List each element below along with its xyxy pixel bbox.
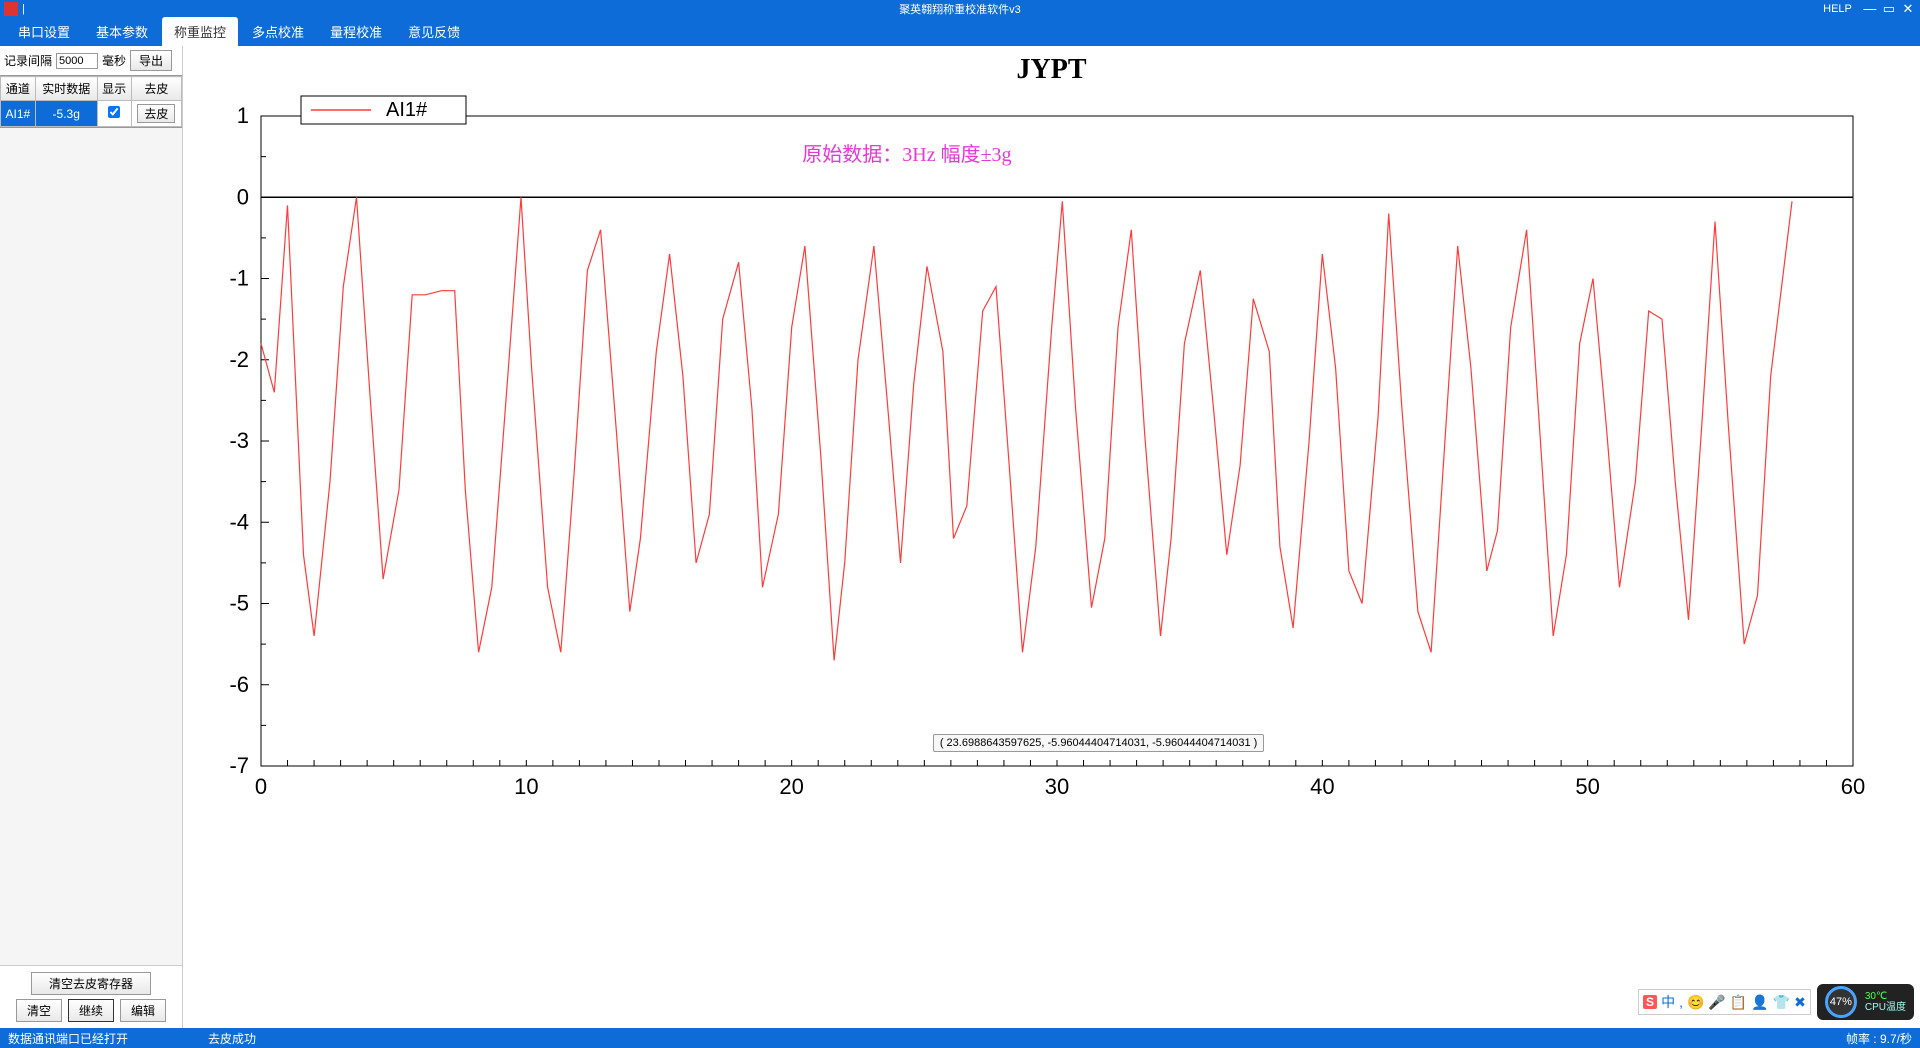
chart-title: JYPT (183, 54, 1920, 86)
help-link[interactable]: HELP (1823, 3, 1852, 15)
svg-text:40: 40 (1310, 774, 1334, 799)
tab-4[interactable]: 量程校准 (318, 17, 394, 46)
minimize-icon[interactable]: — (1862, 1, 1878, 16)
tabs-bar: 串口设置基本参数称重监控多点校准量程校准意见反馈 (0, 18, 1920, 46)
bottom-controls: 清空去皮寄存器 清空 继续 编辑 (0, 965, 182, 1028)
tab-0[interactable]: 串口设置 (6, 17, 82, 46)
svg-text:-6: -6 (229, 672, 249, 697)
edit-button[interactable]: 编辑 (120, 999, 166, 1022)
data-table: 通道实时数据显示去皮 AI1#-5.3g 去皮 (0, 76, 182, 128)
tare-button[interactable]: 去皮 (137, 104, 175, 123)
window-title: 聚英翱翔称重校准软件v3 (899, 1, 1021, 17)
svg-text:0: 0 (237, 184, 249, 209)
tab-5[interactable]: 意见反馈 (396, 17, 472, 46)
clear-tare-register-button[interactable]: 清空去皮寄存器 (31, 972, 151, 995)
tab-1[interactable]: 基本参数 (84, 17, 160, 46)
svg-text:AI1#: AI1# (386, 99, 428, 121)
cpu-percent: 47% (1825, 986, 1857, 1018)
cpu-widget[interactable]: 47% 30℃ CPU温度 (1817, 984, 1914, 1020)
chart-area: JYPT -7-6-5-4-3-2-1010102030405060AI1#原始… (183, 46, 1920, 1028)
ime-item-icon[interactable]: 🎤 (1708, 994, 1725, 1011)
svg-text:-2: -2 (229, 347, 249, 372)
ime-item-icon[interactable]: 📋 (1730, 994, 1747, 1011)
svg-text:60: 60 (1841, 774, 1865, 799)
svg-text:-4: -4 (229, 509, 249, 534)
status-right: 帧率 : 9.7/秒 (1846, 1030, 1912, 1047)
svg-text:-7: -7 (229, 753, 249, 778)
interval-input[interactable] (56, 53, 98, 69)
show-checkbox[interactable] (108, 106, 120, 118)
column-header[interactable]: 实时数据 (35, 77, 97, 101)
cpu-temp: 30℃ (1865, 991, 1906, 1002)
svg-text:20: 20 (779, 774, 803, 799)
continue-button[interactable]: 继续 (68, 999, 114, 1022)
window-controls: — ▭ ✕ (1862, 1, 1916, 17)
ime-logo-icon[interactable]: S (1643, 995, 1657, 1009)
left-panel: 记录间隔 毫秒 导出 通道实时数据显示去皮 AI1#-5.3g 去皮 清空去皮寄存… (0, 46, 183, 1028)
svg-text:-5: -5 (229, 591, 249, 616)
svg-text:10: 10 (514, 774, 538, 799)
svg-text:50: 50 (1575, 774, 1599, 799)
ime-item-icon[interactable]: 👕 (1773, 994, 1790, 1011)
floating-widgets: S 中,😊🎤 📋👤 👕✖ 47% 30℃ CPU温度 (1638, 984, 1914, 1020)
svg-text:1: 1 (237, 103, 249, 128)
status-mid: 去皮成功 (208, 1030, 256, 1047)
ime-item-icon[interactable]: 😊 (1687, 994, 1704, 1011)
tab-2[interactable]: 称重监控 (162, 17, 238, 46)
svg-text:0: 0 (255, 774, 267, 799)
titlebar: | 聚英翱翔称重校准软件v3 HELP — ▭ ✕ (0, 0, 1920, 18)
svg-text:-3: -3 (229, 428, 249, 453)
app-icon (4, 2, 18, 16)
interval-unit: 毫秒 (102, 52, 126, 69)
export-button[interactable]: 导出 (130, 50, 172, 71)
status-bar: 数据通讯端口已经打开 去皮成功 帧率 : 9.7/秒 (0, 1028, 1920, 1048)
maximize-icon[interactable]: ▭ (1881, 1, 1897, 17)
show-checkbox-cell[interactable] (97, 101, 131, 127)
channel-cell[interactable]: AI1# (1, 101, 36, 127)
ime-item-icon[interactable]: 中 (1661, 992, 1675, 1012)
clear-button[interactable]: 清空 (16, 999, 62, 1022)
ime-toolbar[interactable]: S 中,😊🎤 📋👤 👕✖ (1638, 989, 1811, 1015)
value-cell: -5.3g (35, 101, 97, 127)
cpu-temp-label: CPU温度 (1865, 1002, 1906, 1013)
svg-text:原始数据：3Hz 幅度±3g: 原始数据：3Hz 幅度±3g (802, 143, 1011, 166)
svg-text:-1: -1 (229, 266, 249, 291)
ime-item-icon[interactable]: ✖ (1794, 994, 1806, 1011)
column-header[interactable]: 通道 (1, 77, 36, 101)
ime-item-icon[interactable]: , (1679, 994, 1683, 1010)
tare-cell: 去皮 (131, 101, 181, 127)
status-left: 数据通讯端口已经打开 (8, 1030, 128, 1047)
interval-controls: 记录间隔 毫秒 导出 (0, 46, 182, 76)
ime-item-icon[interactable]: 👤 (1751, 994, 1768, 1011)
close-icon[interactable]: ✕ (1900, 1, 1916, 17)
chart-tooltip: ( 23.6988643597625, -5.96044404714031, -… (933, 734, 1264, 752)
interval-label: 记录间隔 (4, 52, 52, 69)
chart-plot[interactable]: -7-6-5-4-3-2-1010102030405060AI1#原始数据：3H… (183, 86, 1883, 816)
column-header[interactable]: 显示 (97, 77, 131, 101)
column-header[interactable]: 去皮 (131, 77, 181, 101)
tab-3[interactable]: 多点校准 (240, 17, 316, 46)
svg-text:30: 30 (1045, 774, 1069, 799)
